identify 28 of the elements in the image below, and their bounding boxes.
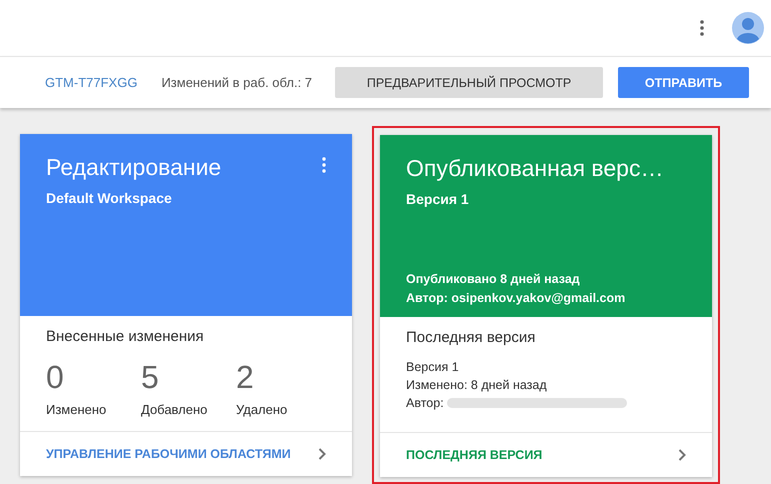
card-title: Опубликованная верс… [406,155,664,182]
stat-label: Удалено [236,402,288,417]
container-id-link[interactable]: GTM-T77FXGG [45,75,138,90]
author-email: Автор: osipenkov.yakov@gmail.com [406,291,626,305]
published-date: Опубликовано 8 дней назад [406,272,581,286]
version-detail: Версия 1 [406,360,459,374]
submit-button[interactable]: ОТПРАВИТЬ [618,67,750,98]
preview-button[interactable]: ПРЕДВАРИТЕЛЬНЫЙ ПРОСМОТР [335,67,604,98]
stat-value: 0 [46,359,65,396]
chevron-right-icon [678,449,686,461]
version-detail: Изменено: 8 дней назад [406,378,547,392]
workspace-changes-count: Изменений в раб. обл.: 7 [161,75,312,90]
card-subtitle: Default Workspace [46,190,173,206]
version-detail: Автор: [406,396,444,410]
stat-value: 2 [236,359,255,396]
more-icon[interactable] [322,157,326,173]
latest-version-link[interactable]: ПОСЛЕДНЯЯ ВЕРСИЯ [380,433,712,477]
section-title: Последняя версия [406,329,536,346]
stat-label: Добавлено [141,402,206,417]
chevron-right-icon [318,448,326,460]
manage-workspaces-link[interactable]: УПРАВЛЕНИЕ РАБОЧИМИ ОБЛАСТЯМИ [20,432,352,476]
avatar-icon[interactable] [732,12,764,44]
more-icon[interactable] [700,20,704,36]
stat-value: 5 [141,359,160,396]
stat-label: Изменено [46,402,108,417]
card-subtitle: Версия 1 [406,191,470,207]
card-title: Редактирование [46,154,222,181]
section-title: Внесенные изменения [46,328,205,345]
